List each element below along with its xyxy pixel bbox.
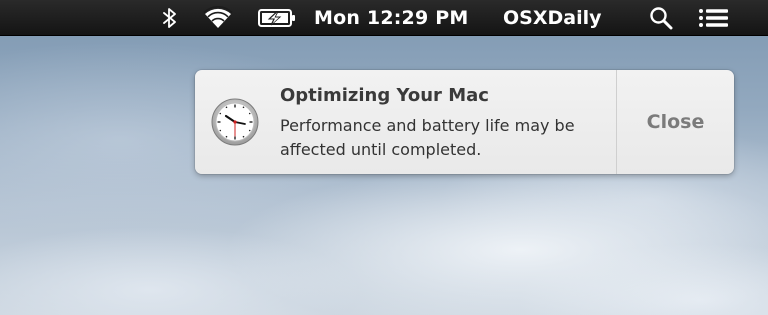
notification-banner[interactable]: Optimizing Your Mac Performance and batt…: [195, 70, 734, 174]
menu-bar: Mon 12:29 PM OSXDaily: [0, 0, 768, 36]
battery-charging-icon[interactable]: [256, 0, 298, 36]
menu-bar-clock[interactable]: Mon 12:29 PM: [314, 0, 468, 36]
bluetooth-icon[interactable]: [158, 0, 182, 36]
clock-icon: [211, 98, 259, 146]
spotlight-search-icon[interactable]: [647, 0, 675, 36]
wifi-icon[interactable]: [200, 0, 236, 36]
notification-center-icon[interactable]: [696, 0, 730, 36]
notification-message: Performance and battery life may be affe…: [280, 116, 575, 159]
notification-title: Optimizing Your Mac: [280, 85, 489, 106]
user-name-menu[interactable]: OSXDaily: [503, 0, 602, 36]
close-button[interactable]: Close: [617, 70, 734, 174]
